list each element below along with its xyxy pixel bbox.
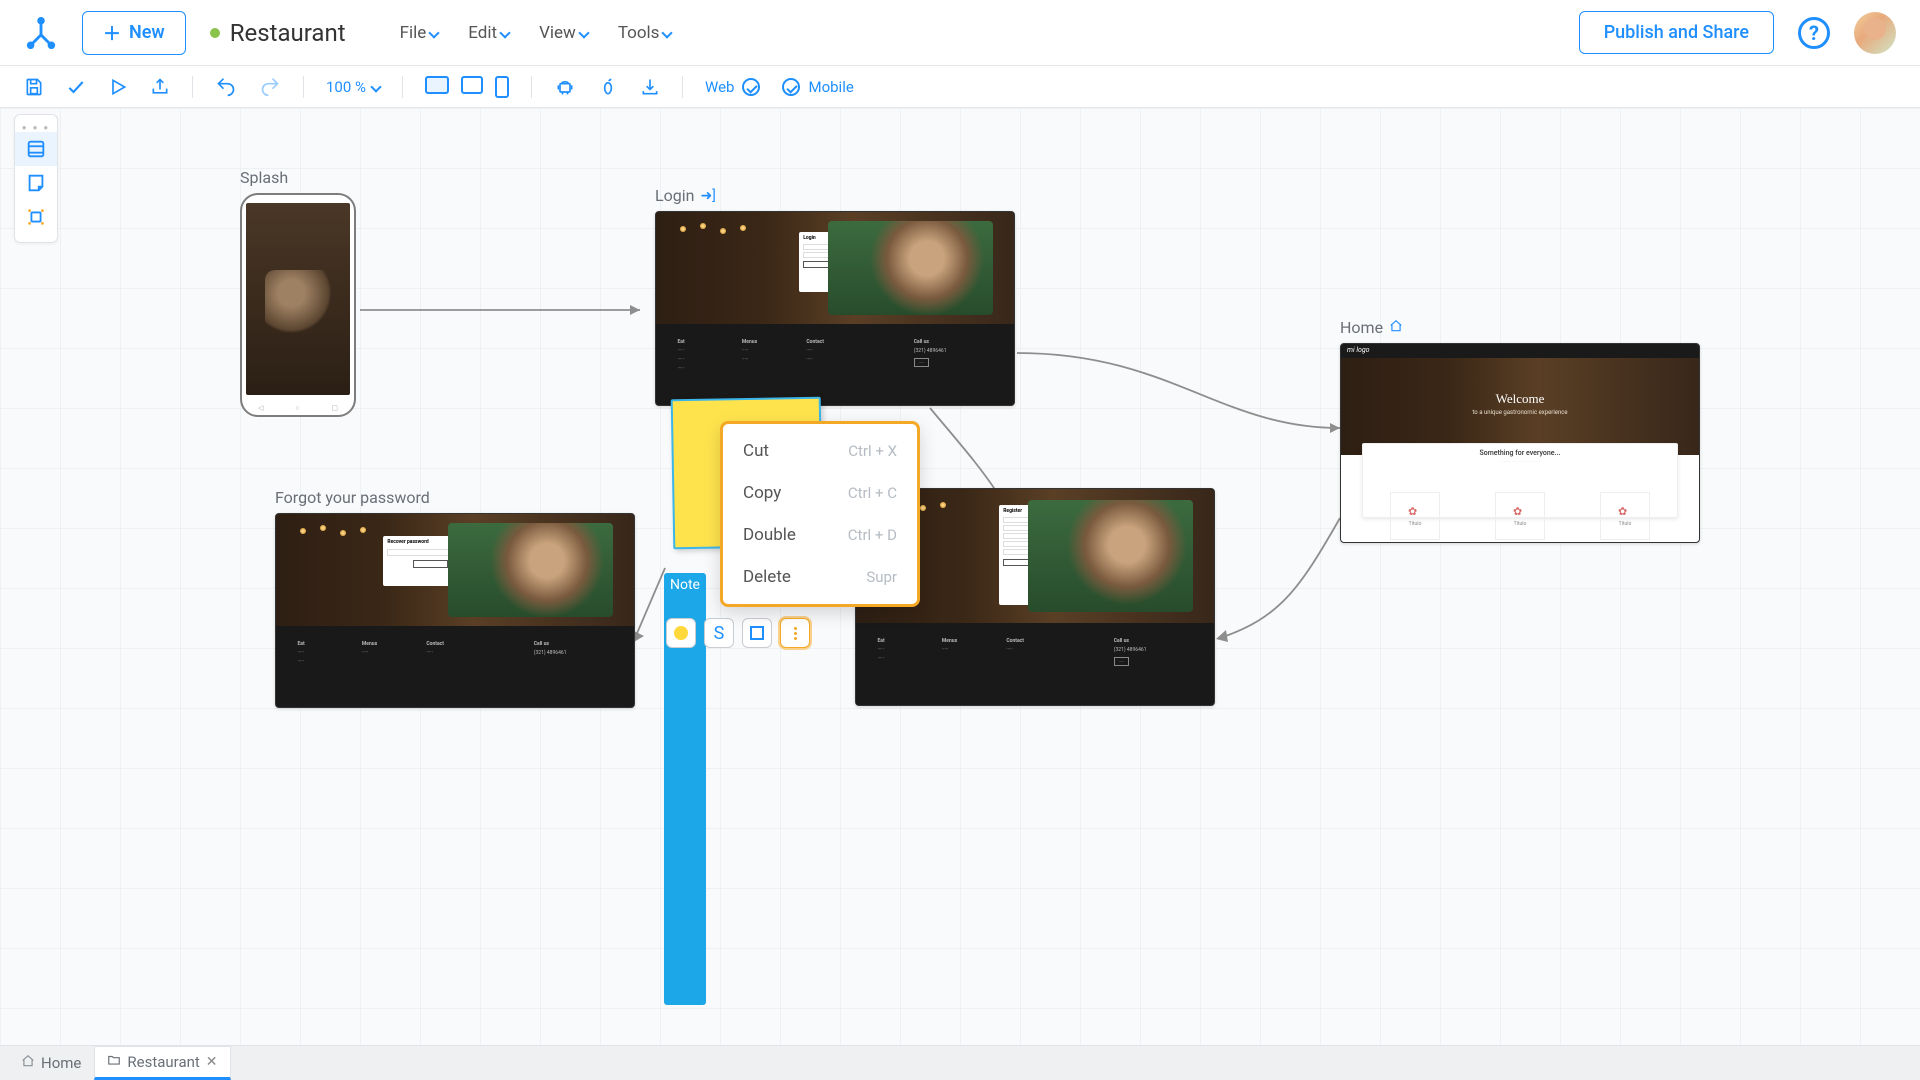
tool-frame-icon[interactable] <box>15 200 57 234</box>
node-label: Home <box>1340 318 1700 337</box>
ctx-copy[interactable]: CopyCtrl + C <box>723 472 917 514</box>
check-circle-icon <box>782 78 800 96</box>
thumb-login[interactable]: mi logo Login Eat··············· Menus··… <box>655 211 1015 406</box>
tab-home[interactable]: Home <box>8 1046 94 1080</box>
canvas[interactable]: ● ● ● Splash ◁○▢ Login ➜] <box>0 108 1920 1045</box>
publish-button[interactable]: Publish and Share <box>1579 11 1774 54</box>
check-circle-icon <box>742 78 760 96</box>
chevron-down-icon <box>370 81 381 92</box>
secondary-toolbar: 100 % Web Mobile <box>0 66 1920 108</box>
viewport-tablet-icon[interactable] <box>461 76 483 94</box>
menu-tools[interactable]: Tools <box>618 23 672 43</box>
status-dot-icon <box>210 28 220 38</box>
viewport-phone-icon[interactable] <box>495 76 509 98</box>
thumb-home[interactable]: mi logo Welcome to a unique gastronomic … <box>1340 343 1700 543</box>
save-icon[interactable] <box>24 77 44 97</box>
check-icon[interactable] <box>66 77 86 97</box>
chevron-down-icon <box>429 27 440 38</box>
login-indicator-icon: ➜] <box>700 188 715 204</box>
node-label: Login ➜] <box>655 186 1015 205</box>
ctx-double[interactable]: DoubleCtrl + D <box>723 514 917 556</box>
note-more-button[interactable] <box>780 618 810 648</box>
close-icon[interactable]: ✕ <box>206 1054 218 1070</box>
side-toolbox: ● ● ● <box>14 114 58 243</box>
tab-project[interactable]: Restaurant ✕ <box>94 1046 230 1080</box>
home-icon <box>21 1054 35 1072</box>
folder-icon <box>107 1053 121 1071</box>
project-title: Restaurant <box>230 19 346 47</box>
plus-icon: ＋ <box>103 20 121 46</box>
tool-screen-icon[interactable] <box>15 132 57 166</box>
thumb-splash[interactable]: ◁○▢ <box>240 193 356 417</box>
ctx-cut[interactable]: CutCtrl + X <box>723 430 917 472</box>
note-shape-button[interactable] <box>742 618 772 648</box>
platform-web-toggle[interactable]: Web <box>705 78 760 96</box>
platform-mobile-toggle[interactable]: Mobile <box>782 78 853 96</box>
tool-note-icon[interactable] <box>15 166 57 200</box>
node-forgot[interactable]: Forgot your password mi logo Recover pas… <box>275 488 635 708</box>
apple-icon[interactable] <box>598 77 618 97</box>
android-icon[interactable] <box>554 77 576 97</box>
top-bar: ＋ New Restaurant File Edit View Tools Pu… <box>0 0 1920 66</box>
menu-view[interactable]: View <box>539 23 588 43</box>
context-menu: CutCtrl + X CopyCtrl + C DoubleCtrl + D … <box>720 421 920 607</box>
new-label: New <box>129 22 165 43</box>
share-icon[interactable] <box>150 77 170 97</box>
note-toolbar: S <box>666 618 810 648</box>
user-avatar[interactable] <box>1854 12 1896 54</box>
node-home[interactable]: Home mi logo Welcome to a unique gastron… <box>1340 318 1700 543</box>
play-icon[interactable] <box>108 77 128 97</box>
new-button[interactable]: ＋ New <box>82 11 186 55</box>
download-icon[interactable] <box>640 77 660 97</box>
node-splash[interactable]: Splash ◁○▢ <box>240 168 356 417</box>
note-size-button[interactable]: S <box>704 618 734 648</box>
node-label: Splash <box>240 168 356 187</box>
home-icon <box>1389 318 1403 337</box>
help-icon[interactable]: ? <box>1798 17 1830 49</box>
chevron-down-icon <box>499 27 510 38</box>
ctx-delete[interactable]: DeleteSupr <box>723 556 917 598</box>
tab-strip: Home Restaurant ✕ <box>0 1045 1920 1080</box>
chevron-down-icon <box>662 27 673 38</box>
note-color-button[interactable] <box>666 618 696 648</box>
node-login[interactable]: Login ➜] mi logo Login Eat··············… <box>655 186 1015 406</box>
thumb-forgot[interactable]: mi logo Recover password Eat·········· M… <box>275 513 635 708</box>
main-menu: File Edit View Tools <box>400 23 672 43</box>
redo-icon[interactable] <box>259 77 281 97</box>
viewport-desktop-icon[interactable] <box>425 76 449 94</box>
app-logo-icon[interactable] <box>24 16 58 50</box>
project-title-wrap: Restaurant <box>210 19 346 47</box>
undo-icon[interactable] <box>215 77 237 97</box>
zoom-select[interactable]: 100 % <box>326 78 380 96</box>
menu-edit[interactable]: Edit <box>468 23 509 43</box>
node-label: Forgot your password <box>275 488 635 507</box>
chevron-down-icon <box>578 27 589 38</box>
menu-file[interactable]: File <box>400 23 439 43</box>
